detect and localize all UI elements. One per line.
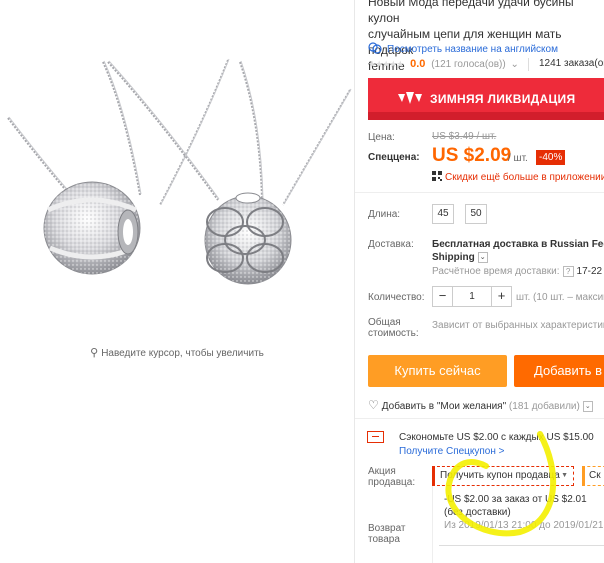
returns-label: Возврат товара bbox=[368, 523, 406, 545]
coupon-validity: Из 2019/01/13 21:00 до 2019/01/21 00 bbox=[444, 520, 604, 531]
get-seller-coupon-button[interactable]: Получить купон продавца ▼ bbox=[432, 466, 574, 486]
seller-promo-label: Акция продавца: bbox=[368, 466, 416, 488]
price-label: Цена: bbox=[368, 132, 395, 143]
help-icon[interactable]: ? bbox=[562, 266, 574, 277]
divider bbox=[355, 418, 604, 419]
shipping-method-cont[interactable]: Shipping ⌄ bbox=[432, 252, 488, 263]
banner-text: ЗИМНЯЯ ЛИКВИДАЦИЯ bbox=[430, 92, 576, 106]
current-price: US $2.09 bbox=[432, 145, 512, 166]
product-gallery: ⚲ Наведите курсор, чтобы увеличить bbox=[0, 0, 354, 563]
quantity-increase-button[interactable]: + bbox=[491, 287, 511, 306]
quantity-stepper[interactable]: − 1 + bbox=[432, 286, 512, 307]
coupon-save-line: Сэкономьте US $2.00 с каждых US $15.00 bbox=[399, 432, 594, 443]
promo-banner[interactable]: ЗИМНЯЯ ЛИКВИДАЦИЯ bbox=[368, 78, 604, 120]
special-coupon-link[interactable]: Получите Спецкупон > bbox=[399, 446, 505, 457]
chevron-down-icon[interactable]: ⌄ bbox=[510, 59, 518, 70]
rating[interactable]: ★★★★★ 0.0 (121 голоса(ов)) ⌄ bbox=[368, 58, 519, 70]
app-promo-link[interactable]: Скидки ещё больше в приложении bbox=[432, 171, 604, 183]
shipping-time-value: 17-22 дн. bbox=[576, 266, 604, 277]
divider bbox=[439, 545, 604, 546]
quantity-label: Количество: bbox=[368, 292, 425, 303]
sale-logo-icon bbox=[398, 92, 422, 104]
chevron-down-icon[interactable]: ⌄ bbox=[477, 252, 488, 263]
coupon-detail: (без доставки) bbox=[444, 507, 511, 518]
total-note: Зависит от выбранных характеристик bbox=[432, 320, 604, 331]
shipping-time-label: Расчётное время доставки: bbox=[432, 266, 560, 277]
translate-icon bbox=[368, 42, 382, 54]
shipping-method: Бесплатная доставка в Russian Fede bbox=[432, 239, 604, 250]
quantity-note: шт. (10 шт. – максимум bbox=[516, 292, 604, 303]
wishlist-text[interactable]: Добавить в "Мои желания" bbox=[382, 401, 506, 412]
length-option[interactable]: 50 bbox=[465, 204, 487, 224]
special-price-label: Спеццена: bbox=[368, 152, 420, 163]
wishlist-link[interactable]: ♡ Добавить в "Мои желания" (181 добавили)… bbox=[368, 398, 593, 412]
old-price: US $3.49 / шт. bbox=[432, 131, 497, 142]
per-unit: / шт. bbox=[508, 153, 528, 164]
discount-badge: -40% bbox=[536, 150, 566, 165]
translate-link[interactable]: Посмотреть название на английском bbox=[368, 42, 558, 55]
zoom-hint-text: Наведите курсор, чтобы увеличить bbox=[101, 348, 264, 359]
orders-count: 1241 заказа(ов) bbox=[539, 58, 604, 69]
star-rating-icon: ★★★★★ bbox=[368, 59, 404, 69]
zoom-hint: ⚲ Наведите курсор, чтобы увеличить bbox=[0, 346, 354, 359]
banner-stripe bbox=[368, 112, 604, 120]
shipping-time: Расчётное время доставки:?17-22 дн. bbox=[432, 266, 604, 277]
shipping-label: Доставка: bbox=[368, 239, 414, 250]
product-image[interactable] bbox=[0, 0, 354, 330]
coupon-detail: -US $2.00 за заказ от US $2.01 bbox=[444, 494, 587, 505]
seller-coupon-label: Получить купон продавца bbox=[440, 470, 560, 481]
caret-down-icon: ▼ bbox=[561, 472, 568, 479]
seller-coupon-button-2[interactable]: Ск bbox=[582, 466, 604, 486]
translate-link-text[interactable]: Посмотреть название на английском bbox=[387, 44, 558, 55]
total-label: Общая стоимость: bbox=[368, 317, 419, 339]
quantity-input[interactable]: 1 bbox=[453, 287, 491, 306]
length-option[interactable]: 45 bbox=[432, 204, 454, 224]
divider bbox=[528, 58, 529, 71]
product-info-panel: Новый Мода передачи удачи бусины кулон с… bbox=[355, 0, 604, 563]
title-line: Новый Мода передачи удачи бусины кулон bbox=[368, 0, 574, 25]
rating-votes[interactable]: (121 голоса(ов)) bbox=[431, 59, 506, 70]
buy-now-button[interactable]: Купить сейчас bbox=[368, 355, 507, 387]
divider bbox=[355, 192, 604, 193]
wishlist-count: (181 добавили) bbox=[508, 401, 580, 412]
add-to-cart-button[interactable]: Добавить в bbox=[514, 355, 604, 387]
length-label: Длина: bbox=[368, 209, 401, 220]
coupon-icon bbox=[367, 431, 384, 443]
heart-icon: ♡ bbox=[368, 398, 379, 412]
shipping-name: Shipping bbox=[432, 252, 475, 263]
app-promo-text[interactable]: Скидки ещё больше в приложении bbox=[445, 172, 604, 183]
magnifier-icon: ⚲ bbox=[90, 347, 99, 359]
chevron-down-icon[interactable]: ⌄ bbox=[582, 401, 593, 412]
rating-score: 0.0 bbox=[410, 58, 426, 70]
qr-code-icon bbox=[432, 171, 442, 181]
quantity-decrease-button[interactable]: − bbox=[433, 287, 453, 306]
